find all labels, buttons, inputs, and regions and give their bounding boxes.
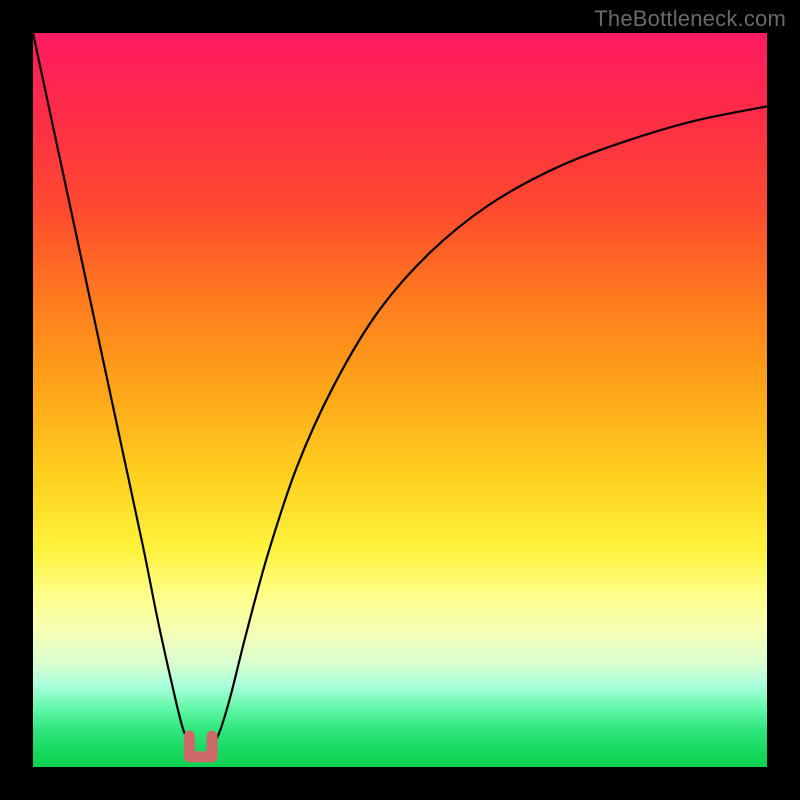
curve-layer — [33, 33, 767, 767]
plot-area — [33, 33, 767, 767]
valley-marker — [189, 736, 212, 757]
watermark-text: TheBottleneck.com — [594, 6, 786, 32]
chart-frame: TheBottleneck.com — [0, 0, 800, 800]
bottleneck-curve — [33, 33, 767, 756]
